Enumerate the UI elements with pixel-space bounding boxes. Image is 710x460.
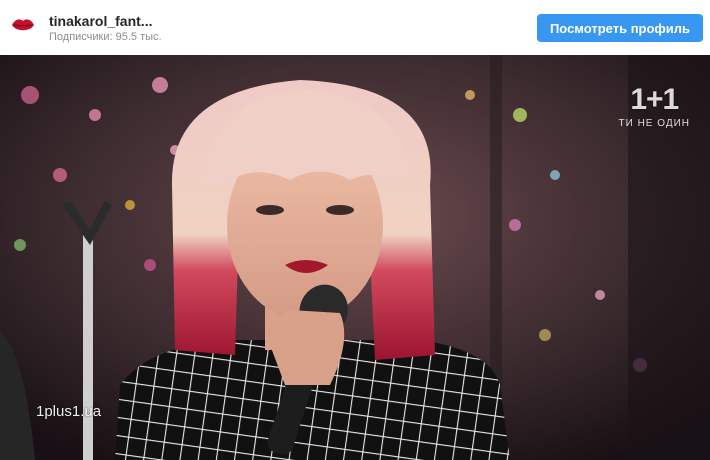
channel-logo: 1+1 ТИ НЕ ОДИН [618, 83, 690, 130]
channel-logo-text: 1+1 [630, 83, 679, 116]
video-player[interactable]: 1+1 ТИ НЕ ОДИН 1plus1.ua [0, 55, 710, 460]
channel-watermark: 1plus1.ua [36, 403, 102, 420]
post-header: tinakarol_fant... Подписчики: 95.5 тыс. … [0, 0, 710, 55]
profile-username[interactable]: tinakarol_fant... [49, 13, 152, 29]
follower-count: Подписчики: 95.5 тыс. [49, 31, 162, 43]
channel-slogan: ТИ НЕ ОДИН [618, 118, 690, 129]
view-profile-button[interactable]: Посмотреть профиль [537, 14, 703, 42]
lips-icon [11, 17, 35, 38]
profile-avatar[interactable] [8, 12, 38, 42]
video-frame [0, 55, 710, 460]
